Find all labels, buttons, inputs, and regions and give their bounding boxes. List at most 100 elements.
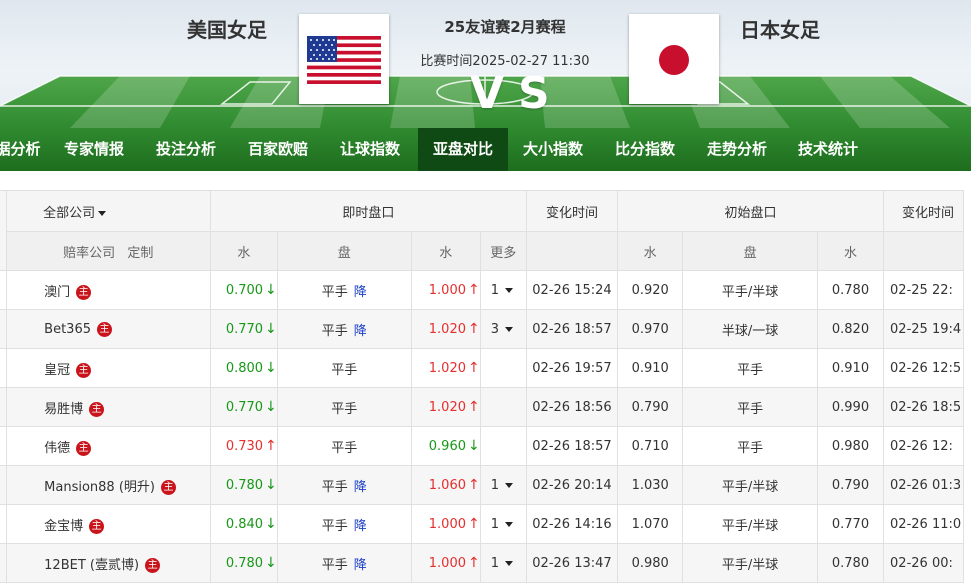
water1-cell[interactable]: 0.800 ↓ — [209, 348, 278, 388]
more-count[interactable]: 1 — [491, 478, 499, 493]
edge-cell — [0, 348, 8, 388]
handicap-cell[interactable]: 平手降 — [276, 309, 412, 349]
company-cell[interactable]: 12BET (壹贰博) 主 — [6, 543, 211, 583]
handicap-cell[interactable]: 平手降 — [276, 465, 412, 505]
water2-cell[interactable]: 1.020 ↑ — [410, 348, 481, 388]
home-badge-icon: 主 — [76, 284, 92, 300]
company-name[interactable]: Mansion88 (明升) — [44, 480, 155, 495]
match-header: 美国女足 25友谊赛2月赛程 比赛时间2025-02-27 11:30 VS 日… — [0, 0, 971, 128]
customize-link[interactable]: 定制 — [127, 246, 153, 261]
water1-cell[interactable]: 0.730 ↑ — [209, 426, 278, 466]
company-name[interactable]: 澳门 — [44, 285, 70, 300]
company-cell[interactable]: 金宝博主 — [6, 504, 211, 544]
more-count[interactable]: 1 — [491, 517, 499, 532]
dropdown-triangle-icon[interactable] — [505, 521, 514, 527]
water2-cell[interactable]: 1.000 ↑ — [410, 504, 481, 544]
home-team-name[interactable]: 美国女足 — [187, 14, 267, 43]
handicap-cell[interactable]: 平手 — [276, 348, 412, 388]
company-cell[interactable]: Mansion88 (明升) 主 — [6, 465, 211, 505]
nav-item-data-analysis[interactable]: 据分析 — [0, 128, 46, 171]
table-row[interactable]: 伟德主 0.730 ↑ 平手 0.960 ↓ 02-26 18:57 0.710 平手 0.980… — [0, 426, 964, 466]
away-team-name[interactable]: 日本女足 — [740, 14, 820, 43]
company-cell[interactable]: 澳门主 — [6, 270, 211, 310]
nav-item-asian-handicap[interactable]: 亚盘对比 — [418, 128, 508, 171]
company-filter[interactable]: 全部公司 — [6, 190, 211, 232]
water1-cell[interactable]: 0.770 ↓ — [209, 309, 278, 349]
nav-item-expert-info[interactable]: 专家情报 — [64, 128, 124, 171]
change-time-cell: 02-26 15:24 — [525, 270, 619, 310]
init-water1-cell: 0.910 — [617, 348, 684, 388]
handicap-cell[interactable]: 平手 — [276, 426, 412, 466]
init-change-time-cell: 02-26 12:5 — [883, 348, 964, 388]
drop-label: 降 — [353, 518, 367, 534]
table-row[interactable]: 澳门主 0.700 ↓ 平手降 1.000 ↑ 1 02-26 15:24 0.920 平手/半球… — [0, 270, 964, 310]
more-cell[interactable]: 1 — [479, 543, 527, 583]
handicap-value: 平手 — [331, 440, 358, 456]
dropdown-triangle-icon[interactable] — [505, 560, 514, 566]
company-name[interactable]: 金宝博 — [44, 519, 83, 534]
home-badge-icon: 主 — [160, 479, 176, 495]
table-row[interactable]: 金宝博主 0.840 ↓ 平手降 1.000 ↑ 1 02-26 14:16 1.070 平手/半… — [0, 504, 964, 544]
init-water1-cell: 0.790 — [617, 387, 684, 427]
company-cell[interactable]: 伟德主 — [6, 426, 211, 466]
water1-cell[interactable]: 0.700 ↓ — [209, 270, 278, 310]
water2-cell[interactable]: 1.000 ↑ — [410, 270, 481, 310]
company-name[interactable]: 伟德 — [44, 441, 70, 456]
water1-cell[interactable]: 0.780 ↓ — [209, 465, 278, 505]
company-name[interactable]: Bet365 — [44, 322, 91, 337]
edge-cell — [0, 543, 8, 583]
water1-value: 0.770 — [225, 400, 264, 415]
dropdown-triangle-icon[interactable] — [505, 482, 514, 488]
water2-cell[interactable]: 1.020 ↑ — [410, 309, 481, 349]
nav-item-euro-odds[interactable]: 百家欧赔 — [248, 128, 308, 171]
handicap-cell[interactable]: 平手降 — [276, 270, 412, 310]
company-cell[interactable]: 皇冠主 — [6, 348, 211, 388]
company-name[interactable]: 皇冠 — [44, 363, 70, 378]
nav-item-tech-stats[interactable]: 技术统计 — [798, 128, 858, 171]
water1-value: 0.780 — [225, 556, 264, 571]
more-count[interactable]: 1 — [491, 556, 499, 571]
water1-cell[interactable]: 0.770 ↓ — [209, 387, 278, 427]
more-cell[interactable]: 1 — [479, 270, 527, 310]
nav-item-score-index[interactable]: 比分指数 — [615, 128, 675, 171]
init-water2-cell: 0.780 — [816, 270, 885, 310]
handicap-cell[interactable]: 平手降 — [276, 543, 412, 583]
company-cell[interactable]: Bet365 主 — [6, 309, 211, 349]
live-odds-header: 即时盘口 — [209, 190, 527, 232]
table-row[interactable]: 易胜博主 0.770 ↓ 平手 1.020 ↑ 02-26 18:56 0.790 平手 0.99… — [0, 387, 964, 427]
handicap-cell[interactable]: 平手降 — [276, 504, 412, 544]
water2-cell[interactable]: 0.960 ↓ — [410, 426, 481, 466]
water2-cell[interactable]: 1.020 ↑ — [410, 387, 481, 427]
arrow-down-icon: ↓ — [468, 438, 480, 454]
company-name[interactable]: 12BET (壹贰博) — [44, 558, 139, 573]
home-team-flag[interactable] — [299, 14, 389, 104]
company-name[interactable]: 易胜博 — [44, 402, 83, 417]
more-count[interactable]: 1 — [491, 283, 499, 298]
nav-item-over-under[interactable]: 大小指数 — [523, 128, 583, 171]
table-row[interactable]: 12BET (壹贰博) 主 0.780 ↓ 平手降 1.000 ↑ 1 02-26 13:47 0… — [0, 543, 964, 583]
drop-label: 降 — [353, 479, 367, 495]
more-cell[interactable]: 3 — [479, 309, 527, 349]
away-team-flag[interactable] — [629, 14, 719, 104]
nav-item-betting-analysis[interactable]: 投注分析 — [156, 128, 216, 171]
handicap-cell[interactable]: 平手 — [276, 387, 412, 427]
water2-cell[interactable]: 1.060 ↑ — [410, 465, 481, 505]
table-row[interactable]: Bet365 主 0.770 ↓ 平手降 1.020 ↑ 3 02-26 18:57 0.970 半… — [0, 309, 964, 349]
more-cell[interactable]: 1 — [479, 465, 527, 505]
odds-table-body: 澳门主 0.700 ↓ 平手降 1.000 ↑ 1 02-26 15:24 0.920 平手/半球… — [0, 270, 964, 583]
handicap-value: 平手 — [331, 362, 358, 378]
water2-cell[interactable]: 1.000 ↑ — [410, 543, 481, 583]
nav-item-trend-analysis[interactable]: 走势分析 — [707, 128, 767, 171]
company-cell[interactable]: 易胜博主 — [6, 387, 211, 427]
more-count[interactable]: 3 — [491, 322, 499, 337]
dropdown-triangle-icon[interactable] — [505, 326, 514, 332]
table-row[interactable]: 皇冠主 0.800 ↓ 平手 1.020 ↑ 02-26 19:57 0.910 平手 0.910… — [0, 348, 964, 388]
handicap-value: 平手 — [321, 284, 348, 300]
table-row[interactable]: Mansion88 (明升) 主 0.780 ↓ 平手降 1.060 ↑ 1 02-26 20:… — [0, 465, 964, 505]
dropdown-triangle-icon[interactable] — [505, 287, 514, 293]
water1-cell[interactable]: 0.840 ↓ — [209, 504, 278, 544]
more-cell[interactable]: 1 — [479, 504, 527, 544]
nav-item-handicap-index[interactable]: 让球指数 — [340, 128, 400, 171]
water1-cell[interactable]: 0.780 ↓ — [209, 543, 278, 583]
water2-value: 0.960 — [428, 439, 466, 454]
